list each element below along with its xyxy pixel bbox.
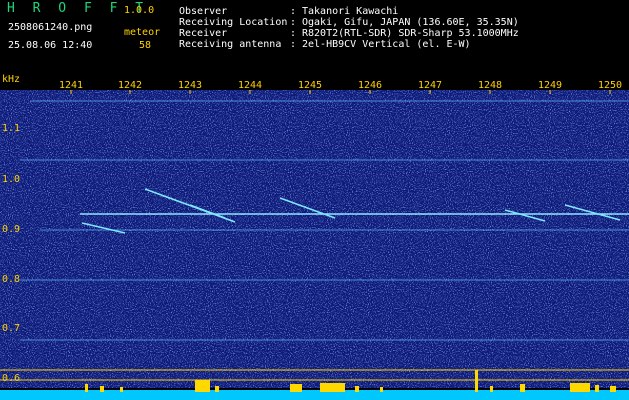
value-antenna: 2el-HB9CV Vertical (el. E-W)	[302, 39, 471, 50]
x-tick-1249: 1249	[538, 80, 563, 91]
y-tick-0.7: 0.7	[2, 323, 21, 334]
spectrogram	[0, 90, 629, 400]
label-antenna: Receiving antenna	[179, 39, 282, 50]
plot-noise	[0, 90, 629, 388]
x-tick-1246: 1246	[358, 80, 383, 91]
hrofft-window: H R O F F T 1.0.0 2508061240.png 25.08.0…	[0, 0, 629, 400]
meteor-count: 58	[139, 40, 152, 51]
y-tick-1.1: 1.1	[2, 123, 21, 134]
x-tick-1248: 1248	[478, 80, 503, 91]
y-tick-0.9: 0.9	[2, 224, 21, 235]
y-unit-label: kHz	[2, 74, 21, 85]
x-tick-1241: 1241	[59, 80, 84, 91]
x-tick-1244: 1244	[238, 80, 263, 91]
y-tick-1.0: 1.0	[2, 174, 21, 185]
app-version: 1.0.0	[124, 5, 155, 16]
filename: 2508061240.png	[8, 22, 93, 33]
timestamp: 25.08.06 12:40	[8, 40, 93, 51]
x-tick-1243: 1243	[178, 80, 203, 91]
sep-4: :	[290, 39, 297, 50]
x-tick-1242: 1242	[118, 80, 143, 91]
y-tick-0.8: 0.8	[2, 274, 21, 285]
meteor-label: meteor	[124, 27, 161, 38]
level-strip	[0, 390, 629, 400]
x-tick-1250: 1250	[598, 80, 623, 91]
y-tick-0.6: 0.6	[2, 373, 21, 384]
x-tick-1247: 1247	[418, 80, 443, 91]
x-tick-1245: 1245	[298, 80, 323, 91]
